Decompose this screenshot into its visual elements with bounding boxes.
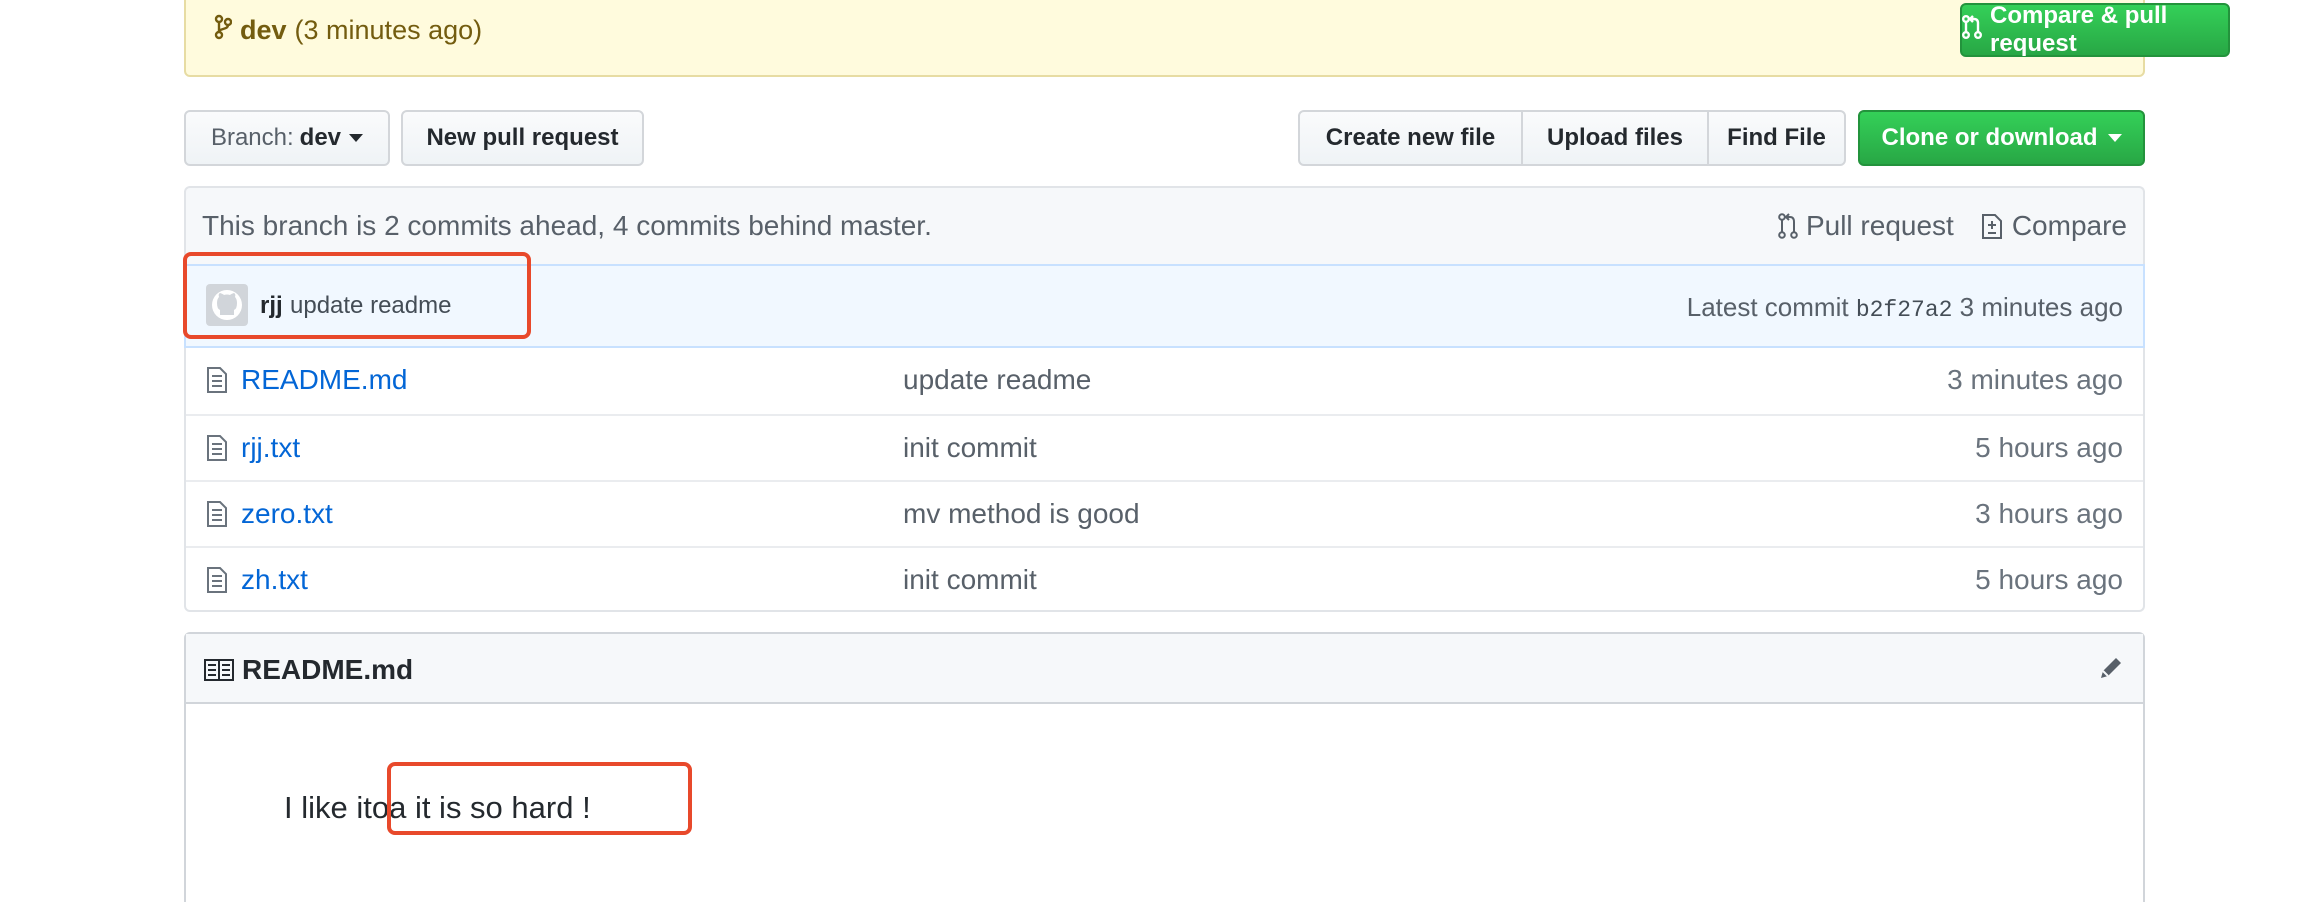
recent-push-banner: dev (3 minutes ago) Compare & pull reque… [184, 0, 2230, 77]
branch-icon [214, 14, 233, 47]
diff-icon [1981, 214, 2002, 239]
file-commit-message[interactable]: update readme [903, 364, 1091, 396]
compare-pull-request-label: Compare & pull request [1990, 2, 2168, 57]
file-commit-message[interactable]: init commit [903, 432, 1037, 464]
latest-commit-info: Latest commit b2f27a2 3 minutes ago [1687, 292, 2123, 323]
commit-author[interactable]: rjj [260, 292, 283, 320]
table-row: rjj.txt init commit 5 hours ago [186, 414, 2143, 480]
compare-pull-request-button[interactable]: Compare & pull request [1960, 2, 2230, 57]
recent-push-time: (3 minutes ago) [294, 15, 483, 45]
file-name-link[interactable]: rjj.txt [241, 432, 300, 464]
file-age: 5 hours ago [1975, 432, 2123, 463]
commit-sha[interactable]: b2f27a2 [1856, 297, 1953, 323]
clone-or-download-button[interactable]: Clone or download [1858, 110, 2145, 166]
github-octocat-icon [212, 290, 242, 320]
pull-request-icon [1778, 213, 1798, 239]
compare-link[interactable]: Compare [1980, 210, 2127, 242]
chevron-down-icon [2107, 134, 2122, 142]
branch-status-bar: This branch is 2 commits ahead, 4 commit… [184, 186, 2145, 264]
compare-label: Compare [2011, 210, 2127, 241]
commit-time: 3 minutes ago [1959, 292, 2123, 322]
chevron-down-icon [349, 134, 364, 142]
find-file-button[interactable]: Find File [1707, 110, 1846, 166]
latest-commit-label: Latest commit [1686, 292, 1849, 322]
file-name-link[interactable]: zh.txt [241, 564, 308, 596]
table-row: zero.txt mv method is good 3 hours ago [186, 480, 2143, 546]
branch-select-name: dev [299, 124, 342, 151]
create-new-file-button[interactable]: Create new file [1298, 110, 1523, 166]
recent-push-text: dev (3 minutes ago) [214, 14, 482, 47]
branch-select-button[interactable]: Branch: dev [184, 110, 390, 166]
table-row: zh.txt init commit 5 hours ago [186, 546, 2143, 612]
file-name-link[interactable]: zero.txt [241, 498, 333, 530]
book-icon [204, 659, 234, 681]
pull-request-link[interactable]: Pull request [1778, 210, 1954, 242]
pull-request-label: Pull request [1805, 210, 1954, 241]
file-actions-group: Create new file Upload files Find File [1298, 110, 1846, 166]
file-icon [206, 566, 228, 599]
table-row: README.md update readme 3 minutes ago [186, 348, 2143, 414]
latest-commit-bar: rjj update readme Latest commit b2f27a2 … [184, 264, 2145, 348]
readme-panel: README.md I like itoa it is so hard ! [184, 632, 2145, 902]
commit-message[interactable]: update readme [290, 292, 451, 320]
file-icon [206, 434, 228, 467]
readme-content: I like itoa it is so hard ! [284, 790, 591, 825]
pencil-icon[interactable] [2097, 654, 2125, 687]
avatar[interactable] [206, 284, 248, 326]
file-age: 3 hours ago [1975, 498, 2123, 529]
branch-select-prefix: Branch: [210, 124, 294, 151]
branch-status-links: Pull request Compare [1778, 210, 2127, 242]
readme-title: README.md [204, 654, 413, 686]
file-list: README.md update readme 3 minutes ago rj… [184, 348, 2145, 612]
recent-branch-name[interactable]: dev [240, 15, 287, 46]
clone-or-download-label: Clone or download [1881, 124, 2098, 151]
file-icon [206, 500, 228, 533]
file-name-link[interactable]: README.md [241, 364, 407, 396]
file-commit-message[interactable]: init commit [903, 564, 1037, 596]
new-pull-request-button[interactable]: New pull request [401, 110, 644, 166]
readme-header: README.md [186, 634, 2143, 704]
branch-status-text: This branch is 2 commits ahead, 4 commit… [202, 210, 932, 241]
file-age: 3 minutes ago [1947, 364, 2123, 395]
file-icon [206, 366, 228, 399]
file-commit-message[interactable]: mv method is good [903, 498, 1140, 530]
upload-files-button[interactable]: Upload files [1521, 110, 1709, 166]
pull-request-icon [1962, 14, 1982, 47]
readme-title-text: README.md [242, 654, 414, 685]
file-age: 5 hours ago [1975, 564, 2123, 595]
